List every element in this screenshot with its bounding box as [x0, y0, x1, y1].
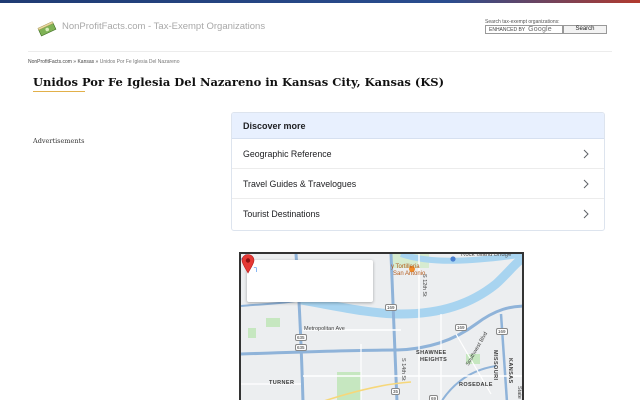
map-label-missouri: MISSOURI — [492, 350, 498, 381]
money-stack-icon[interactable] — [37, 20, 57, 38]
route-shield: 635 — [295, 344, 307, 351]
search-button[interactable]: Search — [563, 25, 607, 34]
route-shield: 169 — [385, 304, 397, 311]
site-name-link[interactable]: NonProfitFacts.com - Tax-Exempt Organiza… — [62, 21, 265, 32]
enhanced-by-label: ENHANCED BY — [489, 26, 526, 33]
title-underline — [33, 91, 85, 92]
map-label-metropolitan-ave: Metropolitan Ave — [304, 326, 345, 332]
location-map[interactable]: ┐ Rock Island Bridge y Tortilleria San A… — [239, 252, 524, 400]
map-label-state-line: State — [516, 386, 522, 399]
route-shield: 69 — [429, 395, 439, 400]
search-input[interactable]: ENHANCED BY Google — [485, 25, 563, 34]
route-shield: 169 — [496, 328, 508, 335]
discover-item-label: Travel Guides & Travelogues — [243, 178, 357, 189]
map-label-shawnee: SHAWNEE — [416, 350, 447, 356]
map-label-rock-island-bridge: Rock Island Bridge — [461, 252, 512, 258]
advertisements-label: Advertisements — [33, 137, 85, 145]
route-shield: 169 — [455, 324, 467, 331]
chevron-right-icon — [583, 149, 589, 158]
page-title: Unidos Por Fe Iglesia Del Nazareno in Ka… — [33, 75, 445, 89]
discover-more-header: Discover more — [232, 113, 604, 139]
map-label-heights: HEIGHTS — [420, 357, 448, 363]
breadcrumb-state-link[interactable]: Kansas — [77, 59, 94, 65]
map-label-kansas: KANSAS — [507, 358, 513, 384]
map-label-turner: TURNER — [269, 380, 295, 386]
breadcrumb-current: Unidos Por Fe Iglesia Del Nazareno — [99, 59, 180, 65]
discover-item-label: Geographic Reference — [243, 148, 332, 159]
route-shield: 35 — [391, 388, 401, 395]
map-label-s-14th-st: S 14th St — [400, 358, 406, 381]
map-info-card: ┐ — [247, 260, 373, 302]
top-accent-bar — [0, 0, 640, 3]
chevron-right-icon — [583, 209, 589, 219]
breadcrumb: NonProfitFacts.com » Kansas » Unidos Por… — [28, 59, 179, 65]
discover-item-travel-guides[interactable]: Travel Guides & Travelogues — [232, 169, 604, 199]
map-pin-icon[interactable] — [241, 254, 255, 274]
discover-item-tourist-destinations[interactable]: Tourist Destinations — [232, 199, 604, 229]
google-logo: Google — [528, 26, 552, 33]
map-label-s-12th-st: S 12th St — [421, 274, 427, 297]
discover-item-label: Tourist Destinations — [243, 209, 320, 219]
breadcrumb-home-link[interactable]: NonProfitFacts.com — [28, 59, 72, 65]
route-shield: 635 — [295, 334, 307, 341]
map-label-rosedale: ROSEDALE — [459, 382, 493, 388]
header-divider — [28, 51, 612, 52]
chevron-right-icon — [583, 179, 589, 188]
map-label-tortilleria: y Tortilleria — [391, 264, 420, 270]
discover-more-panel: Discover more Geographic Reference Trave… — [231, 112, 605, 231]
discover-item-geographic-reference[interactable]: Geographic Reference — [232, 139, 604, 169]
